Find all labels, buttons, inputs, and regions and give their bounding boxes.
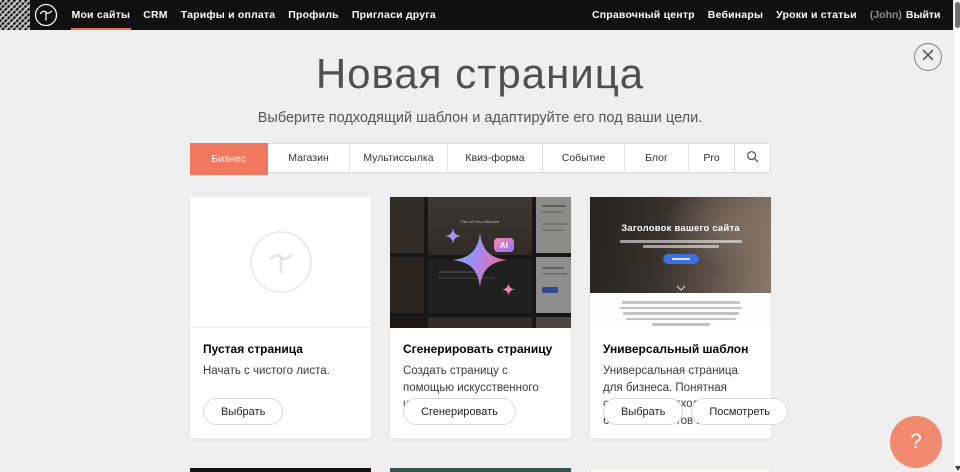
universal-template-preview: Заголовок вашего сайта (590, 197, 771, 328)
choose-universal-button[interactable]: Выбрать (603, 398, 683, 425)
card-description: Начать с чистого листа. (203, 363, 358, 380)
vertical-scrollbar[interactable] (953, 0, 960, 472)
ai-generate-preview: Title of Your Website (390, 197, 571, 328)
small-sparkle-icon (502, 283, 515, 296)
nav-item-profile[interactable]: Профиль (282, 0, 346, 30)
template-card-partial[interactable] (390, 468, 571, 472)
search-templates-button[interactable] (735, 144, 770, 172)
template-card-universal[interactable]: Заголовок вашего сайта Универсальный шаб… (590, 197, 771, 438)
close-modal-button[interactable] (914, 43, 942, 71)
search-icon (746, 150, 759, 166)
text-line-placeholder (643, 245, 719, 248)
nav-item-tariffs[interactable]: Тарифы и оплата (174, 0, 282, 30)
question-mark-icon: ? (910, 430, 922, 454)
tab-shop[interactable]: Магазин (268, 144, 350, 172)
tilda-logo-icon[interactable] (34, 3, 58, 27)
nav-item-my-sites[interactable]: Мои сайты (65, 0, 137, 30)
tab-quiz-form[interactable]: Квиз-форма (448, 144, 543, 172)
scrollbar-thumb[interactable] (955, 2, 960, 28)
nav-item-webinars[interactable]: Вебинары (701, 0, 769, 30)
nav-item-invite-friend[interactable]: Пригласи друга (345, 0, 442, 30)
card-actions: Сгенерировать (403, 398, 516, 425)
card-actions: Выбрать (203, 398, 283, 425)
nav-item-crm[interactable]: CRM (137, 0, 175, 30)
card-title: Универсальный шаблон (603, 342, 758, 356)
secondary-menu: Справочный центр Вебинары Уроки и статьи… (585, 0, 947, 30)
text-line-placeholder (620, 240, 742, 243)
template-hero-title: Заголовок вашего сайта (590, 223, 771, 234)
card-title: Сгенерировать страницу (403, 342, 558, 356)
template-cta-button (663, 254, 699, 264)
tilda-watermark-icon (250, 231, 312, 293)
nav-item-help-center[interactable]: Справочный центр (585, 0, 701, 30)
small-sparkle-icon (445, 228, 461, 244)
scrollbar-down-arrow-icon[interactable] (955, 466, 960, 471)
generate-page-button[interactable]: Сгенерировать (403, 398, 516, 425)
tab-pro[interactable]: Pro (689, 144, 735, 172)
corner-pattern-decoration (0, 0, 30, 30)
tab-multilink[interactable]: Мультиссылка (350, 144, 448, 172)
close-icon (922, 48, 934, 66)
card-actions: Выбрать Посмотреть (603, 398, 788, 425)
top-navbar: Мои сайты CRM Тарифы и оплата Профиль Пр… (0, 0, 953, 30)
template-card-partial[interactable] (590, 468, 771, 472)
choose-blank-button[interactable]: Выбрать (203, 398, 283, 425)
ai-badge: AI (494, 238, 514, 252)
tab-business[interactable]: Бизнес (190, 143, 268, 175)
page-subtitle: Выберите подходящий шаблон и адаптируйте… (0, 110, 960, 126)
template-card-ai-generate[interactable]: Title of Your Website (390, 197, 571, 438)
help-button[interactable]: ? (890, 416, 942, 468)
tab-event[interactable]: Событие (543, 144, 625, 172)
template-hero-image: Заголовок вашего сайта (590, 197, 771, 293)
template-category-tabs: Бизнес Магазин Мультиссылка Квиз-форма С… (190, 143, 771, 173)
user-name: (John) (870, 9, 902, 21)
blank-page-preview (190, 197, 371, 328)
user-session: (John) Выйти (863, 9, 947, 21)
template-card-partial[interactable] (190, 468, 371, 472)
logout-link[interactable]: Выйти (906, 9, 941, 21)
template-card-blank-page[interactable]: Пустая страница Начать с чистого листа. … (190, 197, 371, 438)
preview-universal-button[interactable]: Посмотреть (691, 398, 788, 425)
main-menu: Мои сайты CRM Тарифы и оплата Профиль Пр… (65, 0, 442, 30)
template-text-section (590, 293, 771, 328)
nav-item-lessons[interactable]: Уроки и статьи (770, 0, 864, 30)
page-title: Новая страница (0, 50, 960, 98)
card-title: Пустая страница (203, 342, 358, 356)
tab-blog[interactable]: Блог (625, 144, 689, 172)
